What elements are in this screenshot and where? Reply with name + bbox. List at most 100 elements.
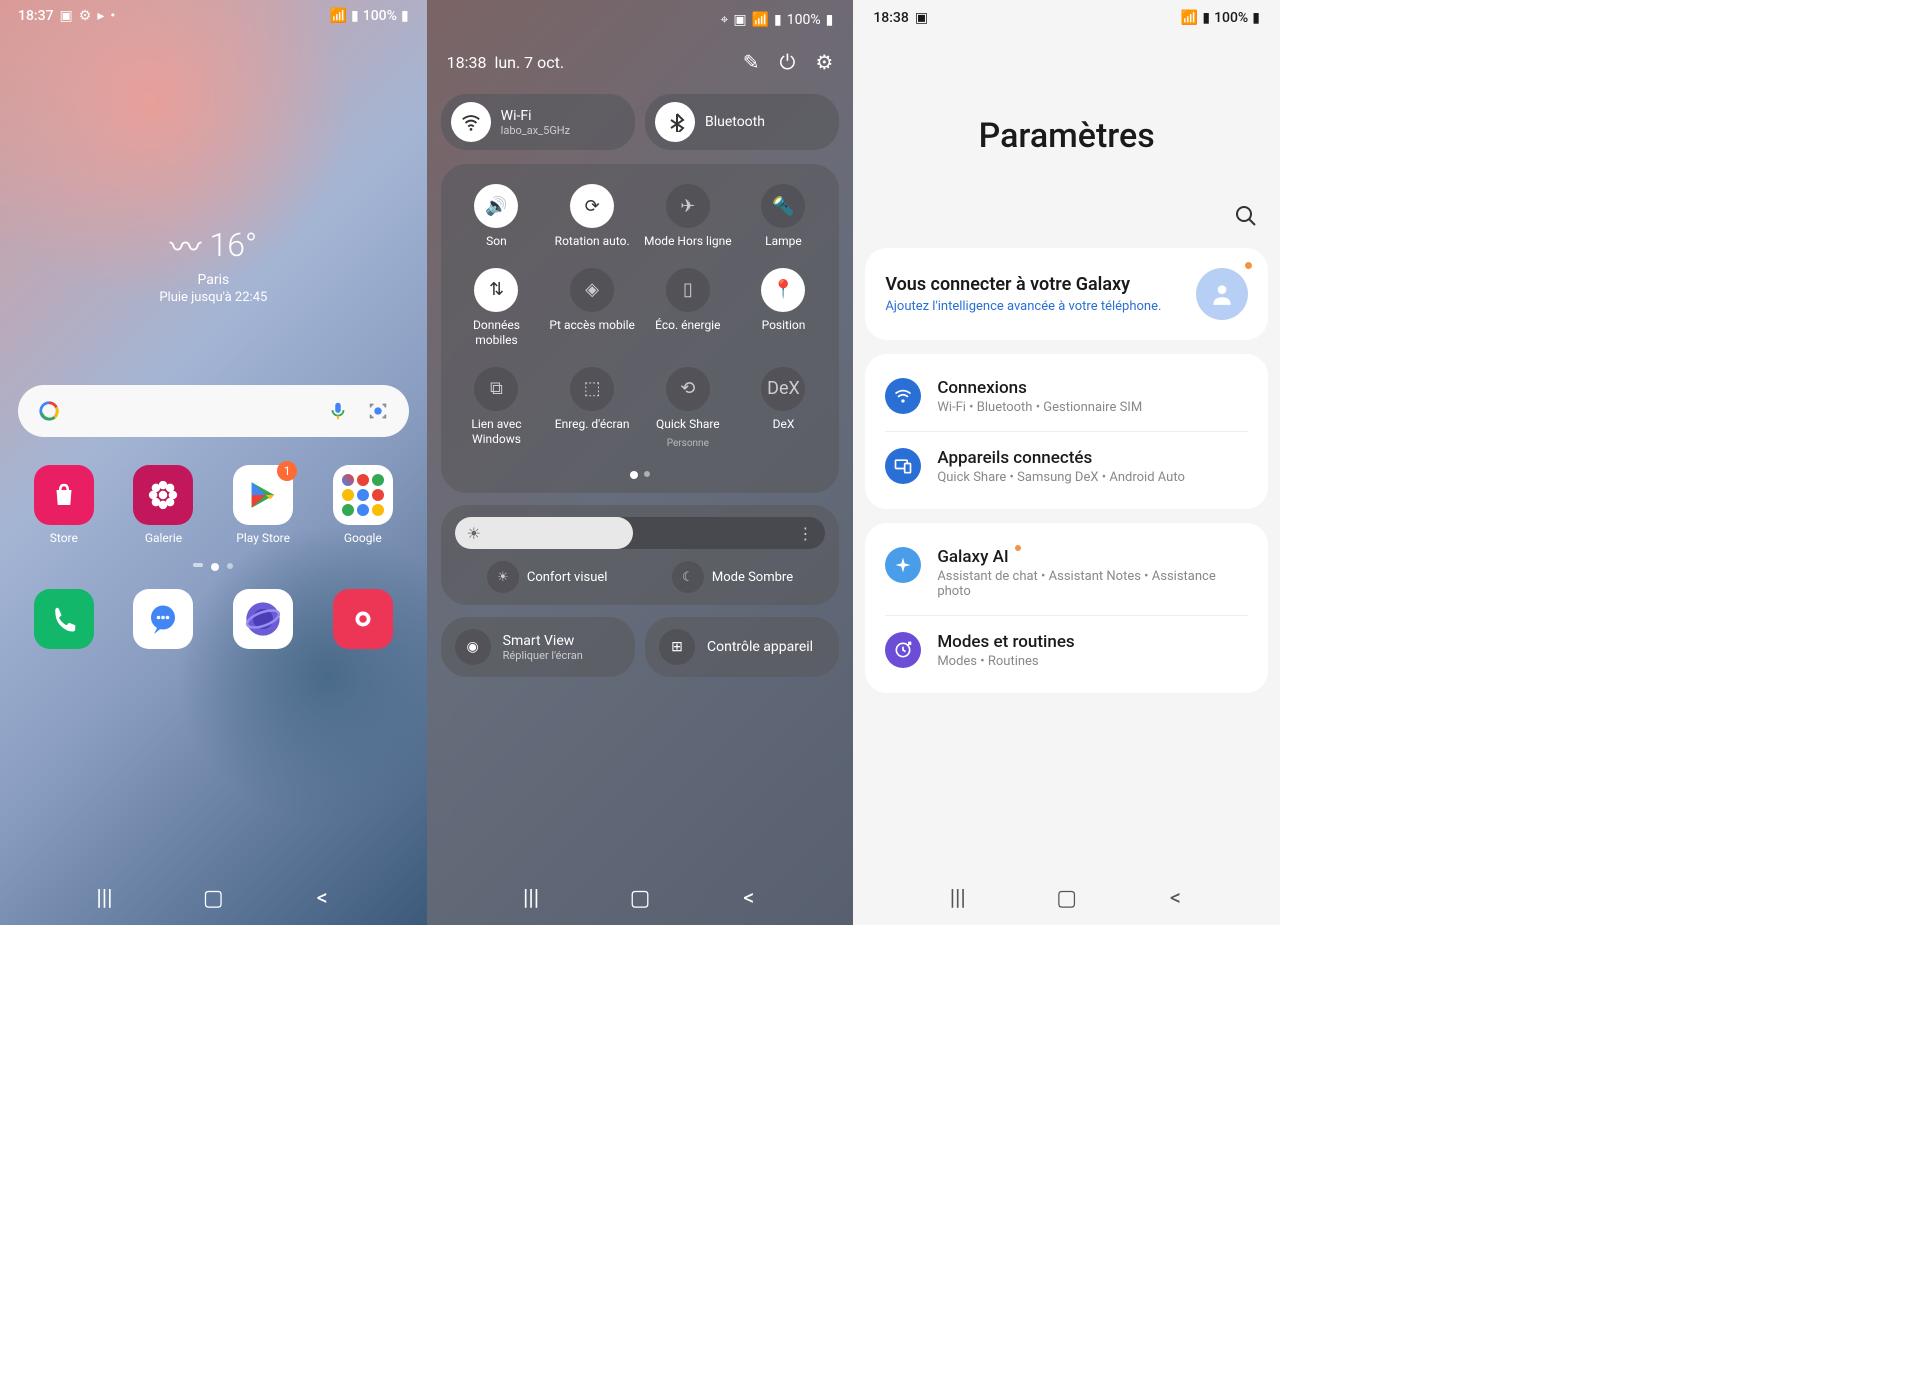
status-time: 18:37 <box>18 8 54 24</box>
settings-item-routine[interactable]: Modes et routinesModes • Routines <box>885 615 1248 685</box>
moon-icon: ☾ <box>672 561 704 593</box>
avatar <box>1196 268 1248 320</box>
back-button[interactable]: < <box>1161 886 1191 911</box>
home-button[interactable]: ▢ <box>625 886 655 911</box>
power-icon[interactable]: ⏻ <box>780 50 796 74</box>
battery-percent: 100% <box>787 12 821 28</box>
weather-city: Paris <box>0 272 427 288</box>
settings-item-sparkle[interactable]: Galaxy AIAssistant de chat • Assistant N… <box>865 531 1268 615</box>
item-desc: Wi-Fi • Bluetooth • Gestionnaire SIM <box>937 400 1248 415</box>
item-title: Appareils connectés <box>937 448 1092 468</box>
back-button[interactable]: < <box>734 886 764 911</box>
qs-tile-share[interactable]: ⟲Quick SharePersonne <box>642 367 734 450</box>
qs-tile-label: Pt accès mobile <box>549 318 634 334</box>
eye-comfort-toggle[interactable]: ☀ Confort visuel <box>487 561 608 593</box>
more-icon[interactable]: ⋮ <box>797 524 813 543</box>
app-galerie[interactable]: Galerie <box>127 465 199 545</box>
dex-icon: DeX <box>761 367 805 411</box>
device-control-tile[interactable]: ⊞ Contrôle appareil <box>645 617 839 677</box>
search-bar[interactable] <box>18 385 409 437</box>
qs-tile-link[interactable]: ⧉Lien avec Windows <box>451 367 543 450</box>
status-bar: 18:38 ▣ 📶 ▮ 100% ▮ <box>853 0 1280 36</box>
dock-app-camera[interactable] <box>327 589 399 649</box>
connections-group: ConnexionsWi-Fi • Bluetooth • Gestionnai… <box>865 354 1268 509</box>
dock-app-browser[interactable] <box>227 589 299 649</box>
app-store[interactable]: Store <box>28 465 100 545</box>
item-desc: Quick Share • Samsung DeX • Android Auto <box>937 470 1248 485</box>
bluetooth-icon <box>655 102 695 142</box>
dock-app-phone[interactable] <box>28 589 100 649</box>
mic-icon[interactable] <box>327 400 349 422</box>
brightness-icon: ☀ <box>467 524 481 543</box>
badge: 1 <box>277 461 297 481</box>
app-row: Store Galerie 1Play Store Google <box>14 465 413 545</box>
dark-mode-label: Mode Sombre <box>712 570 793 585</box>
home-button[interactable]: ▢ <box>198 886 228 911</box>
brightness-panel: ☀ ⋮ ☀ Confort visuel ☾ Mode Sombre <box>441 505 840 605</box>
wifi-icon <box>885 378 921 414</box>
play-icon: 1 <box>233 465 293 525</box>
signin-desc: Ajoutez l'intelligence avancée à votre t… <box>885 299 1182 314</box>
back-button[interactable]: < <box>307 886 337 911</box>
data-icon: ⇅ <box>474 268 518 312</box>
page-indicator <box>0 563 427 571</box>
dock-app-messages[interactable] <box>127 589 199 649</box>
settings-item-devices[interactable]: Appareils connectés Quick Share • Samsung… <box>885 431 1248 501</box>
wifi-tile[interactable]: Wi-Fi labo_ax_5GHz <box>441 94 635 150</box>
camera-icon <box>333 589 393 649</box>
brightness-slider[interactable]: ☀ ⋮ <box>455 517 826 549</box>
qs-tile-label: Position <box>762 318 806 334</box>
lens-icon[interactable] <box>367 400 389 422</box>
qs-tile-battery[interactable]: ▯Éco. énergie <box>642 268 734 349</box>
qs-tile-hotspot[interactable]: ◈Pt accès mobile <box>546 268 638 349</box>
nav-bar: ||| ▢ < <box>0 886 427 911</box>
qs-header: 18:38 lun. 7 oct. ✎ ⏻ ⚙ <box>441 50 840 74</box>
dark-mode-toggle[interactable]: ☾ Mode Sombre <box>672 561 793 593</box>
notification-dot <box>1245 262 1252 269</box>
page-title: Paramètres <box>853 116 1280 156</box>
flower-icon <box>133 465 193 525</box>
qs-tile-dex[interactable]: DeXDeX <box>738 367 830 450</box>
wifi-label: Wi-Fi <box>501 108 570 124</box>
image-icon: ▣ <box>60 8 73 24</box>
recents-button[interactable]: ||| <box>516 886 546 911</box>
qs-tile-sublabel: Personne <box>667 438 709 449</box>
qs-tile-rotate[interactable]: ⟳Rotation auto. <box>546 184 638 250</box>
battery-icon: ▯ <box>666 268 710 312</box>
edit-icon[interactable]: ✎ <box>743 50 760 74</box>
page-dot <box>644 471 650 477</box>
folder-icon <box>333 465 393 525</box>
wifi-icon: 📶 <box>752 12 769 28</box>
home-button[interactable]: ▢ <box>1052 886 1082 911</box>
wifi-network: labo_ax_5GHz <box>501 124 570 137</box>
qs-tile-label: Rotation auto. <box>555 234 630 250</box>
wifi-icon <box>451 102 491 142</box>
qs-tile-location[interactable]: 📍Position <box>738 268 830 349</box>
qs-tile-data[interactable]: ⇅Données mobiles <box>451 268 543 349</box>
bluetooth-tile[interactable]: Bluetooth <box>645 94 839 150</box>
flashlight-icon: 🔦 <box>761 184 805 228</box>
qs-tile-flashlight[interactable]: 🔦Lampe <box>738 184 830 250</box>
qs-tile-record[interactable]: ⬚Enreg. d'écran <box>546 367 638 450</box>
signin-card[interactable]: Vous connecter à votre Galaxy Ajoutez l'… <box>865 248 1268 340</box>
settings-screen: 18:38 ▣ 📶 ▮ 100% ▮ Paramètres Vous conne… <box>853 0 1280 925</box>
record-icon: ⬚ <box>570 367 614 411</box>
qs-tiles-grid: 🔊Son⟳Rotation auto.✈Mode Hors ligne🔦Lamp… <box>441 164 840 493</box>
recents-button[interactable]: ||| <box>943 886 973 911</box>
nfc-icon: ▣ <box>733 12 746 28</box>
settings-item-wifi[interactable]: ConnexionsWi-Fi • Bluetooth • Gestionnai… <box>865 362 1268 431</box>
qs-tile-airplane[interactable]: ✈Mode Hors ligne <box>642 184 734 250</box>
page-dot <box>227 563 233 569</box>
app-play-store[interactable]: 1Play Store <box>227 465 299 545</box>
smart-view-tile[interactable]: ◉ Smart View Répliquer l'écran <box>441 617 635 677</box>
item-title: Modes et routines <box>937 632 1074 652</box>
wifi-icon: 📶 <box>330 8 347 24</box>
weather-widget[interactable]: 〰 16° Paris Pluie jusqu'à 22:45 <box>0 222 427 305</box>
qs-page-indicator <box>451 471 830 479</box>
app-google[interactable]: Google <box>327 465 399 545</box>
page-dot <box>193 563 203 567</box>
qs-tile-volume[interactable]: 🔊Son <box>451 184 543 250</box>
recents-button[interactable]: ||| <box>89 886 119 911</box>
settings-icon[interactable]: ⚙ <box>815 50 833 74</box>
search-button[interactable] <box>853 156 1280 234</box>
